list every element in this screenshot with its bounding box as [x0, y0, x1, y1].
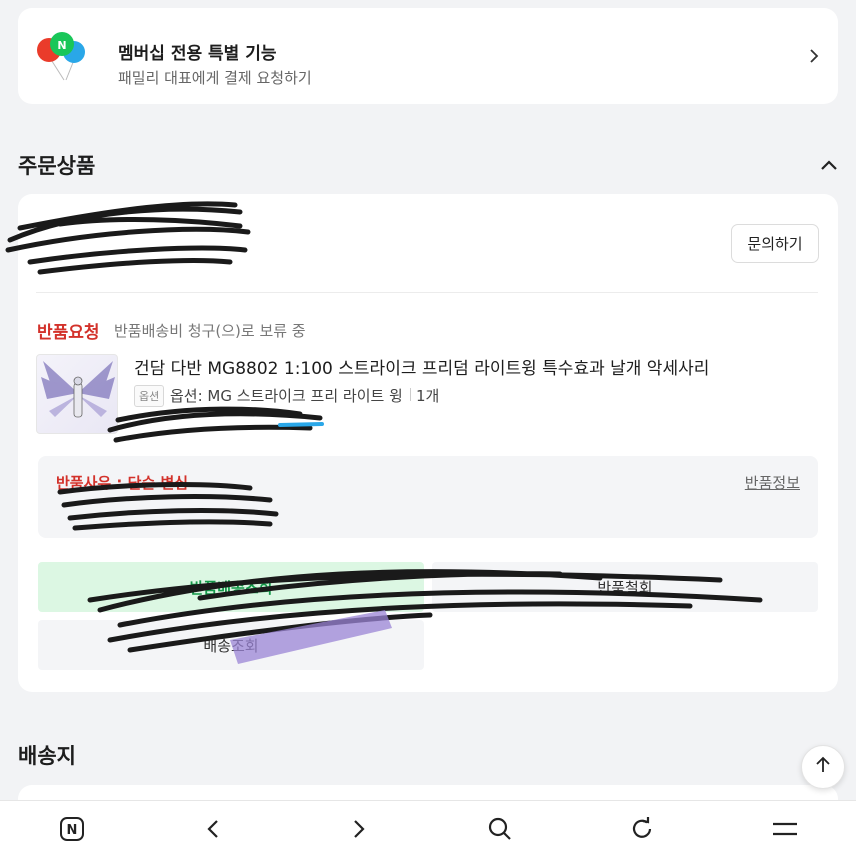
- order-card: 문의하기 반품요청 반품배송비 청구(으)로 보류 중 건담 다반 MG8802…: [18, 194, 838, 692]
- option-badge: 옵션: [134, 385, 165, 407]
- membership-subtitle: 패밀리 대표에게 결제 요청하기: [118, 69, 312, 87]
- arrow-up-icon: [812, 754, 834, 780]
- return-info-link[interactable]: 반품정보: [745, 472, 800, 493]
- cancel-return-button[interactable]: 반품철회: [432, 562, 818, 612]
- search-icon[interactable]: [486, 815, 514, 843]
- svg-text:N: N: [57, 39, 66, 52]
- refresh-icon[interactable]: [628, 815, 656, 843]
- back-icon[interactable]: [200, 815, 228, 843]
- naver-home-icon[interactable]: N: [58, 815, 86, 843]
- status-detail: 반품배송비 청구(으)로 보류 중: [114, 322, 306, 340]
- return-tracking-button[interactable]: 반품배송조회: [38, 562, 424, 612]
- inquiry-button[interactable]: 문의하기: [731, 224, 819, 263]
- quantity: 1개: [409, 387, 440, 405]
- shipping-section-title: 배송지: [18, 744, 76, 768]
- order-section-title: 주문상품: [18, 154, 96, 178]
- membership-banner[interactable]: N 멤버십 전용 특별 기능 패밀리 대표에게 결제 요청하기: [18, 8, 838, 104]
- product-name[interactable]: 건담 다반 MG8802 1:100 스트라이크 프리덤 라이트윙 특수효과 날…: [134, 354, 709, 379]
- return-reason: 반품사유 : 단순 변심: [56, 474, 189, 492]
- balloons-icon: N: [36, 30, 90, 86]
- status-label: 반품요청: [37, 323, 100, 343]
- chevron-right-icon[interactable]: [804, 46, 824, 66]
- delivery-tracking-button[interactable]: 배송조회: [38, 620, 424, 670]
- bottom-navigation-bar: N: [0, 800, 856, 856]
- menu-icon[interactable]: [771, 815, 799, 843]
- divider: [36, 292, 818, 293]
- option-text: 옵션: MG 스트라이크 프리 라이트 윙: [170, 387, 403, 405]
- product-thumbnail[interactable]: [36, 354, 118, 434]
- forward-icon[interactable]: [344, 815, 372, 843]
- membership-title: 멤버십 전용 특별 기능: [118, 44, 277, 64]
- scroll-top-button[interactable]: [801, 745, 845, 789]
- return-reason-box: 반품사유 : 단순 변심 반품정보: [38, 456, 818, 538]
- winged-figure-image: [41, 361, 115, 418]
- svg-text:N: N: [67, 823, 78, 838]
- chevron-up-icon[interactable]: [816, 152, 842, 178]
